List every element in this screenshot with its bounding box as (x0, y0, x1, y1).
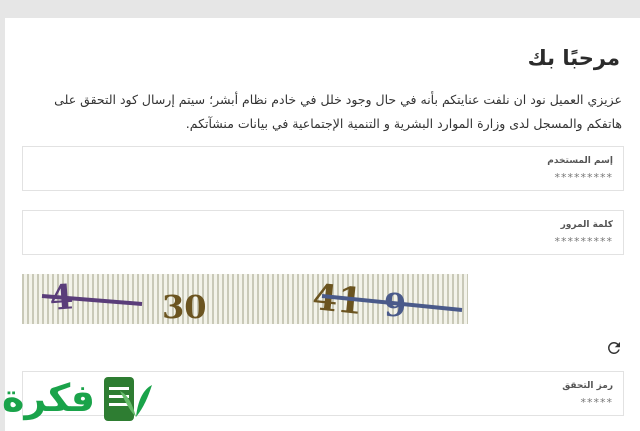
password-input[interactable] (413, 235, 613, 248)
site-logo: فكرة (0, 365, 160, 431)
password-field[interactable]: كلمة المرور (22, 210, 624, 255)
logo-text: فكرة (2, 376, 96, 420)
page-title: مرحبًا بك (527, 46, 620, 70)
username-field[interactable]: إسم المستخدم (22, 146, 624, 191)
refresh-icon[interactable] (605, 339, 623, 357)
code-input[interactable] (413, 396, 613, 409)
intro-text: عزيزي العميل نود ان نلفت عنايتكم بأنه في… (54, 92, 622, 131)
captcha-graphic: 4 30 41 9 (41, 276, 463, 324)
password-label: كلمة المرور (560, 220, 613, 230)
captcha-char-2: 30 (162, 288, 207, 324)
username-input[interactable] (413, 171, 613, 184)
captcha-image: 4 30 41 9 (22, 274, 468, 324)
username-label: إسم المستخدم (547, 156, 613, 166)
code-label: رمز التحقق (562, 381, 613, 391)
book-plant-icon (104, 377, 152, 421)
